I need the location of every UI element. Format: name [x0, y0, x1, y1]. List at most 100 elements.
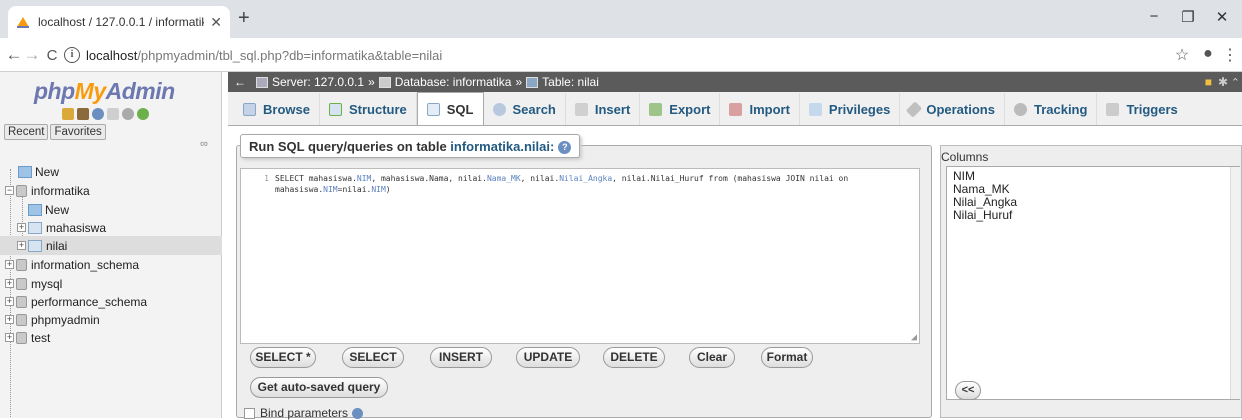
sql-query-textarea[interactable]: 1 SELECT mahasiswa.NIM, mahasiswa.Nama, … — [240, 168, 920, 344]
clear-button[interactable]: Clear — [689, 347, 735, 368]
database-icon — [378, 76, 391, 88]
tree-item-performance-schema[interactable]: + performance_schema — [0, 292, 222, 311]
browser-tab-title: localhost / 127.0.0.1 / informatik — [38, 15, 205, 29]
tree-item-mysql[interactable]: + mysql — [0, 274, 222, 293]
new-tab-button[interactable]: + — [238, 8, 250, 28]
legend-table-link[interactable]: informatika.nilai: — [450, 139, 554, 154]
bookmark-star-icon[interactable]: ☆ — [1172, 45, 1192, 65]
line-number: 1 — [264, 174, 269, 183]
select-star-button[interactable]: SELECT * — [250, 347, 316, 368]
favorites-tab[interactable]: Favorites — [50, 124, 106, 140]
collapse-nav-icon[interactable]: ← — [234, 75, 246, 89]
tab-operations[interactable]: Operations — [900, 93, 1005, 125]
update-button[interactable]: UPDATE — [516, 347, 580, 368]
expand-icon[interactable]: + — [5, 297, 14, 306]
breadcrumb-separator: » — [368, 75, 375, 89]
tree-item-informatika[interactable]: − informatika — [0, 181, 222, 200]
structure-icon — [328, 102, 342, 116]
breadcrumb-table[interactable]: Table: nilai — [542, 75, 599, 89]
expand-icon[interactable]: + — [17, 223, 26, 232]
sql-query-legend: Run SQL query/queries on table informati… — [240, 134, 581, 158]
resize-handle-icon[interactable]: ◢ — [911, 332, 917, 343]
phpmyadmin-logo[interactable]: phpMyAdmin — [34, 78, 175, 105]
recent-tab[interactable]: Recent — [4, 124, 49, 140]
tree-item-new-db[interactable]: New — [0, 162, 222, 181]
restore-button[interactable]: ❐ — [1176, 8, 1200, 26]
tab-browse[interactable]: Browse — [234, 93, 320, 125]
tab-import[interactable]: Import — [720, 93, 800, 125]
minimize-button[interactable]: − — [1142, 8, 1166, 25]
back-button[interactable]: ← — [4, 45, 24, 65]
tab-triggers[interactable]: Triggers — [1097, 93, 1186, 125]
docs-icon[interactable] — [107, 108, 119, 120]
tab-search[interactable]: Search — [484, 93, 566, 125]
column-option[interactable]: Nilai_Huruf — [953, 209, 1233, 222]
tree-item-test[interactable]: + test — [0, 328, 222, 347]
help-icon[interactable] — [352, 407, 364, 419]
breadcrumb: ← Server: 127.0.0.1 » Database: informat… — [228, 72, 1242, 92]
url-host: localhost — [86, 48, 138, 63]
new-icon — [28, 203, 42, 216]
insert-icon — [574, 102, 588, 116]
tree-item-information-schema[interactable]: + information_schema — [0, 255, 222, 274]
collapse-top-icon[interactable]: ⌃ — [1231, 76, 1240, 89]
settings-icon[interactable] — [122, 108, 134, 120]
forward-button[interactable]: → — [22, 45, 42, 65]
browser-tab[interactable]: localhost / 127.0.0.1 / informatik ✕ — [8, 6, 230, 38]
link-with-main-panel-icon[interactable]: ∞ — [200, 138, 208, 150]
expand-icon[interactable]: + — [5, 279, 14, 288]
url-path: /phpmyadmin/tbl_sql.php?db=informatika&t… — [137, 48, 443, 63]
expand-icon[interactable]: + — [5, 315, 14, 324]
collapse-icon[interactable]: − — [5, 186, 14, 195]
expand-icon[interactable]: + — [17, 241, 26, 250]
close-tab-icon[interactable]: ✕ — [210, 14, 222, 31]
reload-nav-icon[interactable] — [137, 108, 149, 120]
operations-icon — [906, 100, 923, 118]
tree-item-nilai[interactable]: + nilai — [0, 236, 222, 255]
select-button[interactable]: SELECT — [342, 347, 404, 368]
delete-button[interactable]: DELETE — [603, 347, 665, 368]
breadcrumb-separator: » — [515, 75, 523, 89]
browse-icon — [243, 102, 256, 116]
tree-item-phpmyadmin[interactable]: + phpmyadmin — [0, 310, 222, 329]
triggers-icon — [1106, 102, 1120, 116]
insert-button[interactable]: INSERT — [430, 347, 492, 368]
breadcrumb-server[interactable]: Server: 127.0.0.1 — [272, 75, 364, 89]
bind-parameters-checkbox[interactable] — [244, 407, 255, 419]
columns-listbox[interactable]: NIM Nama_MK Nilai_Angka Nilai_Huruf — [946, 166, 1240, 400]
table-icon — [28, 221, 42, 234]
navigation-panel: phpMyAdmin Recent Favorites ∞ New − infor… — [0, 72, 222, 418]
tab-sql[interactable]: SQL — [416, 92, 484, 125]
database-icon — [16, 331, 27, 344]
get-auto-saved-query-button[interactable]: Get auto-saved query — [250, 377, 388, 398]
columns-scrollbar[interactable] — [1230, 167, 1240, 399]
site-info-icon[interactable]: i — [64, 47, 80, 63]
lock-icon: ■ — [1204, 75, 1212, 89]
breadcrumb-database[interactable]: Database: informatika — [395, 75, 512, 89]
tab-privileges[interactable]: Privileges — [800, 93, 901, 125]
home-icon[interactable] — [62, 108, 74, 120]
expand-icon[interactable]: + — [5, 260, 14, 269]
help-icon[interactable]: ? — [558, 141, 572, 155]
logout-icon[interactable] — [77, 108, 89, 120]
insert-column-button[interactable]: << — [955, 381, 981, 400]
tracking-icon — [1013, 102, 1027, 116]
tree-item-mahasiswa[interactable]: + mahasiswa — [0, 218, 222, 237]
import-icon — [729, 102, 743, 116]
browser-menu-icon[interactable]: ⋮ — [1220, 45, 1240, 65]
database-icon — [16, 184, 27, 197]
tree-item-new-table[interactable]: New — [0, 200, 222, 219]
new-icon — [18, 165, 32, 178]
tab-structure[interactable]: Structure — [320, 93, 417, 125]
gear-icon[interactable]: ✱ — [1218, 75, 1228, 89]
account-icon[interactable]: ● — [1198, 45, 1218, 63]
close-window-button[interactable]: ✕ — [1210, 8, 1234, 26]
reload-button[interactable]: C — [42, 47, 62, 64]
tab-insert[interactable]: Insert — [566, 93, 641, 125]
tab-tracking[interactable]: Tracking — [1005, 93, 1098, 125]
expand-icon[interactable]: + — [5, 333, 14, 342]
tab-export[interactable]: Export — [640, 93, 721, 125]
url-input[interactable]: localhost/phpmyadmin/tbl_sql.php?db=info… — [86, 48, 442, 63]
format-button[interactable]: Format — [761, 347, 813, 368]
help-icon[interactable] — [92, 108, 104, 120]
